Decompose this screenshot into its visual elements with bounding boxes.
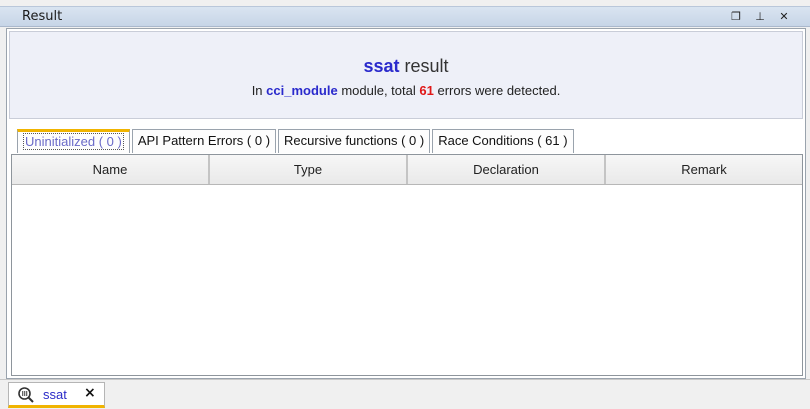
column-header-type[interactable]: Type <box>210 155 408 184</box>
result-frame: ssat result In cci_module module, total … <box>6 28 806 379</box>
table-body <box>12 185 802 375</box>
tab-label: Race Conditions ( 61 ) <box>438 133 568 148</box>
msg-middle: module, total <box>341 83 416 98</box>
tab-label: API Pattern Errors ( 0 ) <box>137 133 271 148</box>
editor-tab-label: ssat <box>43 387 67 402</box>
result-tabs: Uninitialized ( 0 ) API Pattern Errors (… <box>17 129 574 153</box>
results-table[interactable]: Name Type Declaration Remark <box>11 154 803 376</box>
tab-uninitialized[interactable]: Uninitialized ( 0 ) <box>17 129 130 153</box>
close-tab-icon[interactable]: × <box>84 385 96 401</box>
column-header-remark[interactable]: Remark <box>606 155 802 184</box>
editor-tab-bar: ssat × <box>0 379 810 409</box>
module-name: cci_module <box>266 83 338 98</box>
table-header: Name Type Declaration Remark <box>12 155 802 185</box>
column-header-declaration[interactable]: Declaration <box>408 155 606 184</box>
title-bar: Result ❐ ⊥ ✕ <box>0 6 810 27</box>
restore-icon[interactable]: ❐ <box>728 9 744 25</box>
tab-race-conditions[interactable]: Race Conditions ( 61 ) <box>432 129 574 153</box>
close-icon[interactable]: ✕ <box>776 9 792 25</box>
tab-api-pattern-errors[interactable]: API Pattern Errors ( 0 ) <box>131 129 277 153</box>
title-suffix: result <box>404 56 449 76</box>
summary-message: In cci_module module, total 61 errors we… <box>10 83 802 98</box>
error-count: 61 <box>419 83 434 98</box>
tab-label: Recursive functions ( 0 ) <box>284 133 425 148</box>
column-header-name[interactable]: Name <box>12 155 210 184</box>
tab-recursive-functions[interactable]: Recursive functions ( 0 ) <box>278 129 431 153</box>
msg-suffix: errors were detected. <box>437 83 561 98</box>
magnifier-icon <box>18 387 34 403</box>
tool-name: ssat <box>363 56 400 76</box>
summary-header: ssat result In cci_module module, total … <box>9 31 803 119</box>
pin-icon[interactable]: ⊥ <box>752 9 768 25</box>
result-panel: Result ❐ ⊥ ✕ ssat result In cci_module m… <box>0 0 810 409</box>
editor-tab-ssat[interactable]: ssat × <box>8 382 105 408</box>
result-title: ssat result <box>10 56 802 77</box>
tab-label: Uninitialized ( 0 ) <box>23 133 124 150</box>
window-title: Result <box>22 9 63 24</box>
msg-prefix: In <box>251 83 263 98</box>
